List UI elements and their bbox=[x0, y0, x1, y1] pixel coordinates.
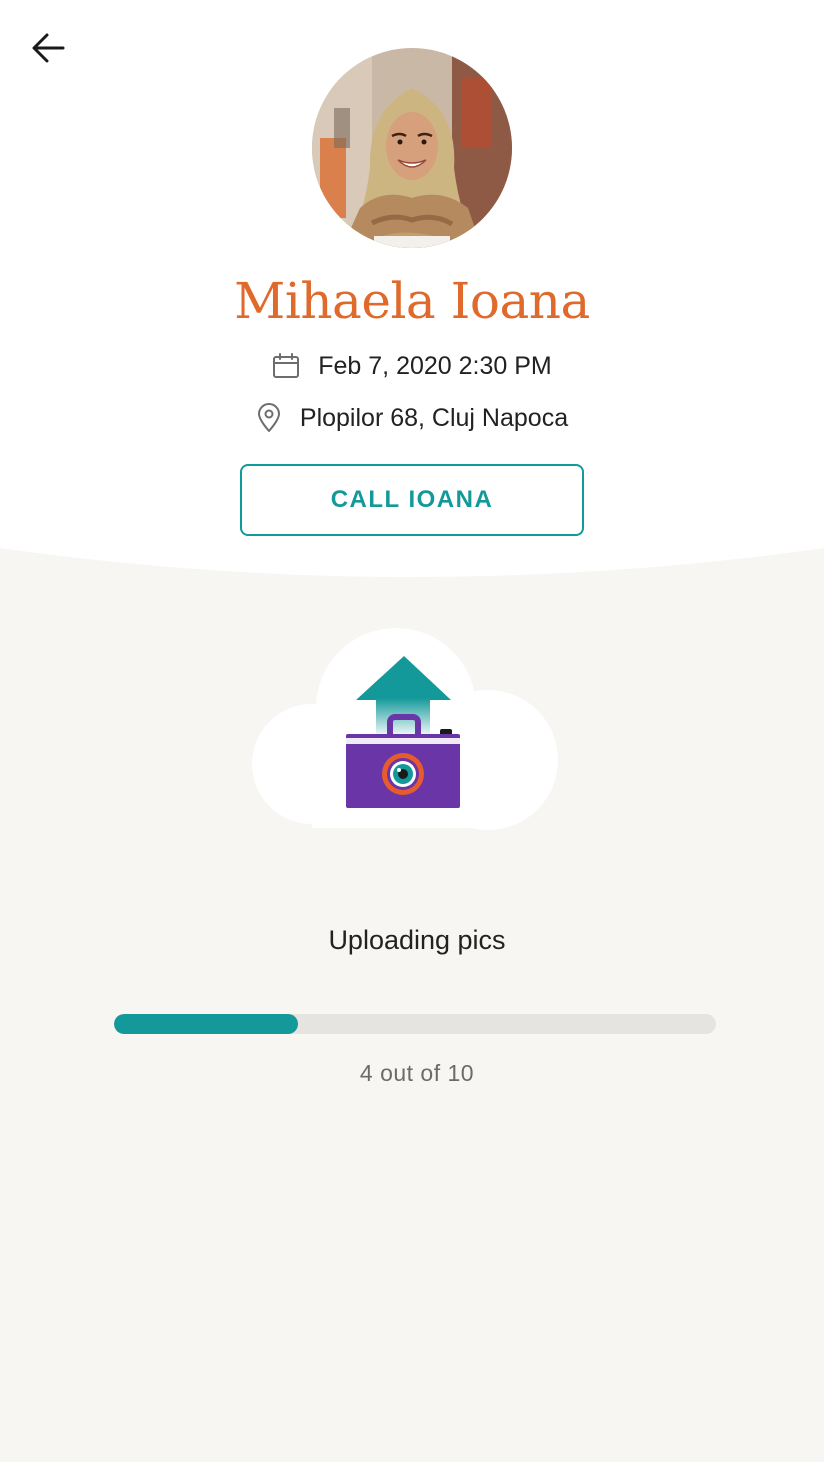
appointment-date: Feb 7, 2020 2:30 PM bbox=[318, 352, 552, 380]
upload-progress-fill bbox=[114, 1014, 298, 1034]
address-row: Plopilor 68, Cluj Napoca bbox=[0, 401, 824, 435]
avatar bbox=[312, 48, 512, 248]
address: Plopilor 68, Cluj Napoca bbox=[299, 404, 569, 432]
customer-name: Mihaela Ioana bbox=[234, 272, 590, 330]
upload-status-title: Uploading pics bbox=[328, 925, 506, 955]
location-pin-icon bbox=[256, 403, 282, 433]
call-button-label: CALL IOANA bbox=[330, 486, 494, 513]
avatar-photo bbox=[312, 48, 512, 248]
back-button[interactable] bbox=[22, 26, 74, 70]
cloud-upload-camera-icon bbox=[252, 628, 558, 830]
upload-progress-bar bbox=[114, 1014, 716, 1034]
calendar-icon bbox=[272, 353, 300, 379]
section-divider-curve bbox=[0, 546, 824, 577]
appointment-date-row: Feb 7, 2020 2:30 PM bbox=[0, 349, 824, 383]
arrow-left-icon bbox=[32, 33, 65, 63]
upload-progress-text: 4 out of 10 bbox=[359, 1060, 475, 1086]
call-button[interactable]: CALL IOANA bbox=[240, 464, 584, 536]
